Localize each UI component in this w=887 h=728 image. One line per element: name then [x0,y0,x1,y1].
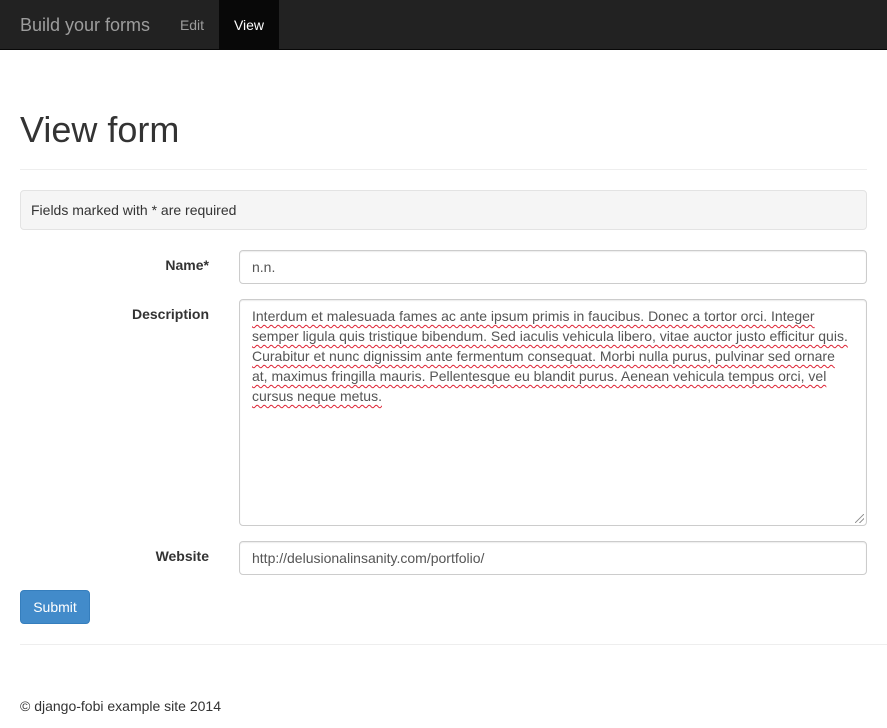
name-label: Name* [165,257,209,273]
website-label: Website [155,548,209,564]
title-divider [20,169,867,170]
footer-divider [20,644,887,645]
submit-button[interactable]: Submit [20,590,90,624]
resize-grip-icon[interactable] [855,514,864,523]
footer-text: © django-fobi example site 2014 [20,698,221,714]
page-title: View form [20,109,180,150]
name-input[interactable]: n.n. [239,250,867,284]
description-label: Description [131,306,209,322]
website-input[interactable]: http://delusionalinsanity.com/portfolio/ [239,541,867,575]
nav-view-link[interactable]: View [219,0,279,50]
top-navbar: Build your forms Edit View [0,0,887,50]
brand-link[interactable]: Build your forms [20,0,150,50]
nav-edit-link[interactable]: Edit [165,0,219,50]
description-text: Interdum et malesuada fames ac ante ipsu… [252,308,848,404]
description-textarea[interactable]: Interdum et malesuada fames ac ante ipsu… [239,299,867,526]
required-fields-notice: Fields marked with * are required [20,190,867,230]
